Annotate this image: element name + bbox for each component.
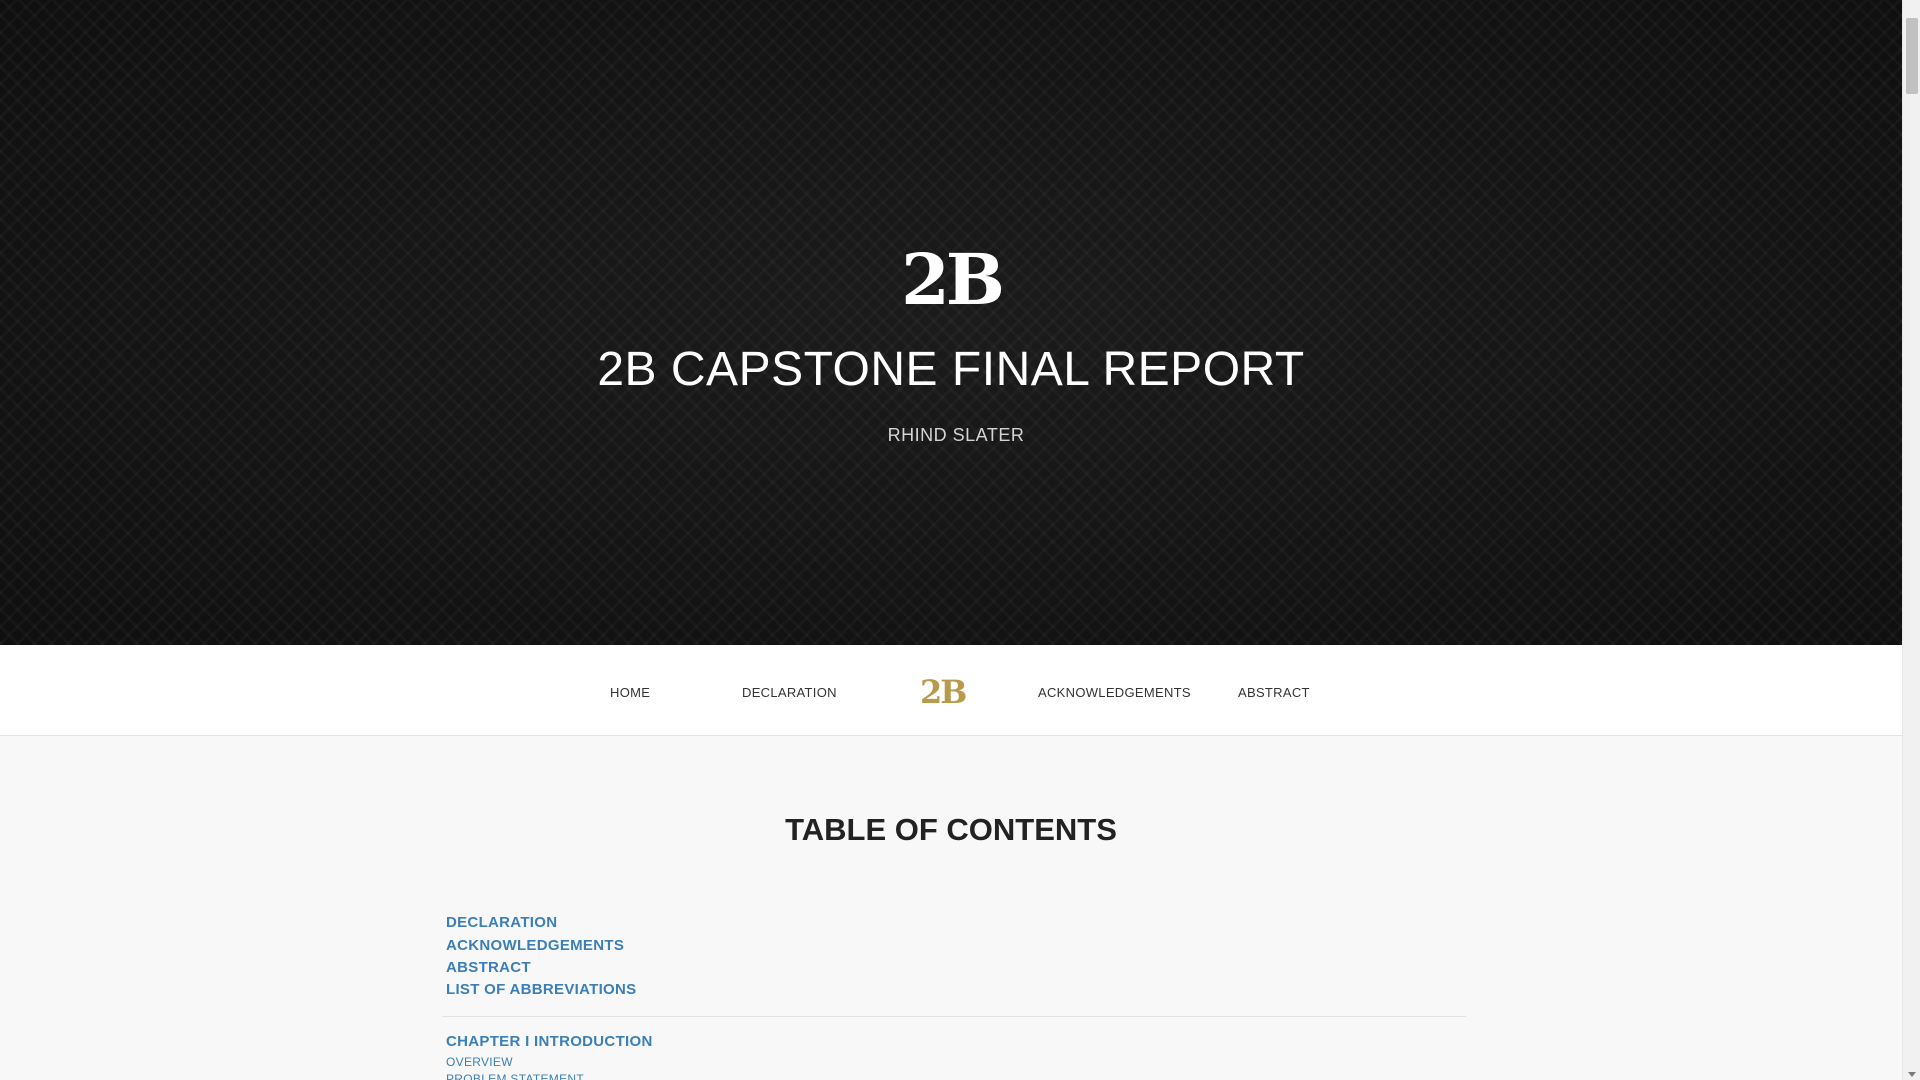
nav-declaration-link[interactable]: DECLARATION bbox=[742, 685, 837, 700]
toc-link-chapter-1[interactable]: CHAPTER I INTRODUCTION bbox=[446, 1033, 653, 1050]
vertical-scrollbar[interactable] bbox=[1902, 0, 1920, 1080]
toc-link-overview[interactable]: OVERVIEW bbox=[446, 1055, 513, 1069]
nav-acknowledgements-link[interactable]: ACKNOWLEDGEMENTS bbox=[1038, 685, 1191, 700]
hero-banner: 2B 2B CAPSTONE FINAL REPORT RHIND SLATER bbox=[0, 0, 1902, 645]
toc-link-abbreviations[interactable]: LIST OF ABBREVIATIONS bbox=[446, 981, 636, 998]
scrollbar-thumb[interactable] bbox=[1906, 18, 1918, 94]
scroll-down-arrow-icon[interactable] bbox=[1908, 1072, 1916, 1077]
toc-link-abstract[interactable]: ABSTRACT bbox=[446, 959, 531, 976]
hero-logo: 2B bbox=[901, 238, 1005, 321]
nav-home-link[interactable]: HOME bbox=[610, 685, 650, 700]
toc-link-acknowledgements[interactable]: ACKNOWLEDGEMENTS bbox=[446, 937, 624, 954]
toc-divider bbox=[442, 1016, 1466, 1017]
nav-abstract-link[interactable]: ABSTRACT bbox=[1238, 685, 1310, 700]
toc-link-declaration[interactable]: DECLARATION bbox=[446, 914, 557, 931]
nav-logo[interactable]: 2B bbox=[920, 672, 967, 712]
page-viewport: 2B 2B CAPSTONE FINAL REPORT RHIND SLATER… bbox=[0, 0, 1902, 1080]
author-name: RHIND SLATER bbox=[887, 425, 1025, 445]
page-title: 2B CAPSTONE FINAL REPORT bbox=[597, 343, 1305, 396]
toc-link-problem-statement[interactable]: PROBLEM STATEMENT bbox=[446, 1072, 584, 1080]
toc-heading: TABLE OF CONTENTS bbox=[785, 812, 1117, 847]
